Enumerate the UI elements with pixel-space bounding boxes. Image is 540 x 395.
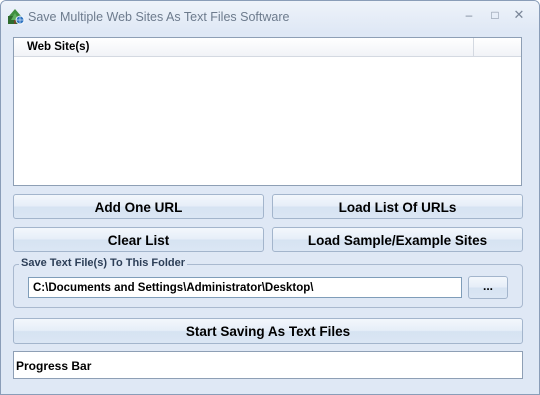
- minimize-button[interactable]: –: [460, 7, 478, 23]
- clear-list-button[interactable]: Clear List: [13, 227, 264, 252]
- app-icon: [8, 9, 25, 25]
- progress-label: Progress Bar: [16, 359, 92, 373]
- output-folder-input[interactable]: [28, 277, 462, 298]
- column-header-web-sites[interactable]: Web Site(s): [14, 38, 474, 56]
- output-folder-label: Save Text File(s) To This Folder: [19, 257, 188, 269]
- list-header: Web Site(s): [14, 38, 521, 57]
- start-saving-button[interactable]: Start Saving As Text Files: [13, 318, 523, 344]
- maximize-button[interactable]: □: [486, 7, 504, 23]
- close-button[interactable]: ✕: [510, 7, 528, 23]
- browse-folder-button[interactable]: ...: [468, 276, 508, 299]
- window-title: Save Multiple Web Sites As Text Files So…: [28, 10, 290, 24]
- add-one-url-button[interactable]: Add One URL: [13, 194, 264, 219]
- web-sites-list[interactable]: Web Site(s): [13, 37, 522, 186]
- title-bar[interactable]: Save Multiple Web Sites As Text Files So…: [1, 1, 539, 32]
- progress-bar: Progress Bar: [13, 351, 523, 379]
- app-window: Save Multiple Web Sites As Text Files So…: [0, 0, 540, 395]
- load-sample-sites-button[interactable]: Load Sample/Example Sites: [272, 227, 523, 252]
- load-list-of-urls-button[interactable]: Load List Of URLs: [272, 194, 523, 219]
